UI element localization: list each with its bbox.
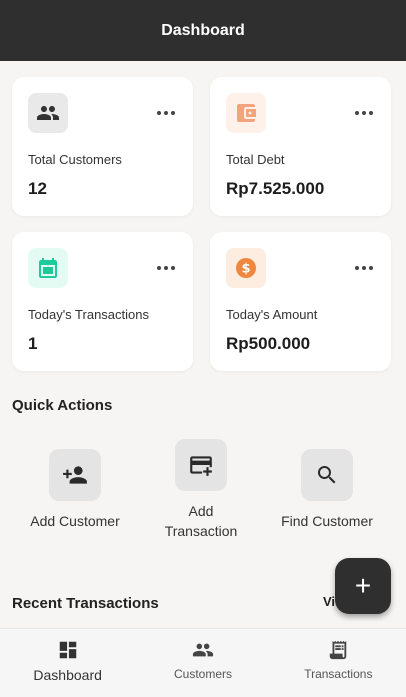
card-add-icon[interactable] [175, 439, 227, 491]
stat-value: Rp7.525.000 [226, 179, 325, 198]
stat-value: Rp500.000 [226, 334, 311, 353]
people-icon [192, 643, 214, 657]
bottom-navigation: Dashboard Customers Transactions [0, 628, 406, 697]
search-icon[interactable] [301, 449, 353, 501]
quick-action-label: Add Customer [30, 513, 120, 529]
add-fab-button[interactable]: + [335, 558, 391, 614]
find-customer-action[interactable]: Find Customer [272, 449, 382, 531]
stat-value: 1 [28, 334, 38, 353]
app-bar: Dashboard [0, 0, 406, 61]
quick-action-label: Find Customer [281, 513, 373, 529]
quick-action-label: Add Transaction [164, 503, 238, 539]
stat-card-todays-transactions[interactable]: Today's Transactions 1 [12, 232, 193, 371]
more-options-icon[interactable] [355, 266, 373, 270]
add-customer-action[interactable]: Add Customer [20, 449, 130, 531]
more-options-icon[interactable] [355, 111, 373, 115]
quick-actions-title: Quick Actions [12, 397, 113, 414]
page-title: Dashboard [161, 21, 245, 39]
view-all-link[interactable]: Vi [323, 594, 335, 609]
dashboard-icon [59, 641, 76, 659]
stat-card-total-debt[interactable]: Total Debt Rp7.525.000 [210, 77, 391, 216]
dollar-coin-icon: $ [226, 248, 266, 288]
person-add-icon[interactable] [49, 449, 101, 501]
stat-card-todays-amount[interactable]: $ Today's Amount Rp500.000 [210, 232, 391, 371]
add-transaction-action[interactable]: Add Transaction [146, 439, 256, 541]
people-icon [28, 93, 68, 133]
stat-label: Today's Amount [226, 307, 318, 322]
more-options-icon[interactable] [157, 111, 175, 115]
svg-text:$: $ [241, 262, 250, 277]
nav-label: Dashboard [33, 667, 102, 683]
stat-card-total-customers[interactable]: Total Customers 12 [12, 77, 193, 216]
receipt-icon [330, 640, 347, 660]
stat-label: Total Customers [28, 152, 122, 167]
nav-dashboard[interactable]: Dashboard [0, 629, 135, 697]
stat-label: Total Debt [226, 152, 285, 167]
nav-customers[interactable]: Customers [135, 629, 270, 697]
recent-transactions-title: Recent Transactions [12, 595, 159, 612]
stat-value: 12 [28, 179, 47, 198]
nav-label: Transactions [304, 667, 373, 681]
calendar-icon [28, 248, 68, 288]
more-options-icon[interactable] [157, 266, 175, 270]
stat-label: Today's Transactions [28, 307, 149, 322]
wallet-icon [226, 93, 266, 133]
nav-label: Customers [173, 667, 232, 681]
nav-transactions[interactable]: Transactions [271, 629, 406, 697]
